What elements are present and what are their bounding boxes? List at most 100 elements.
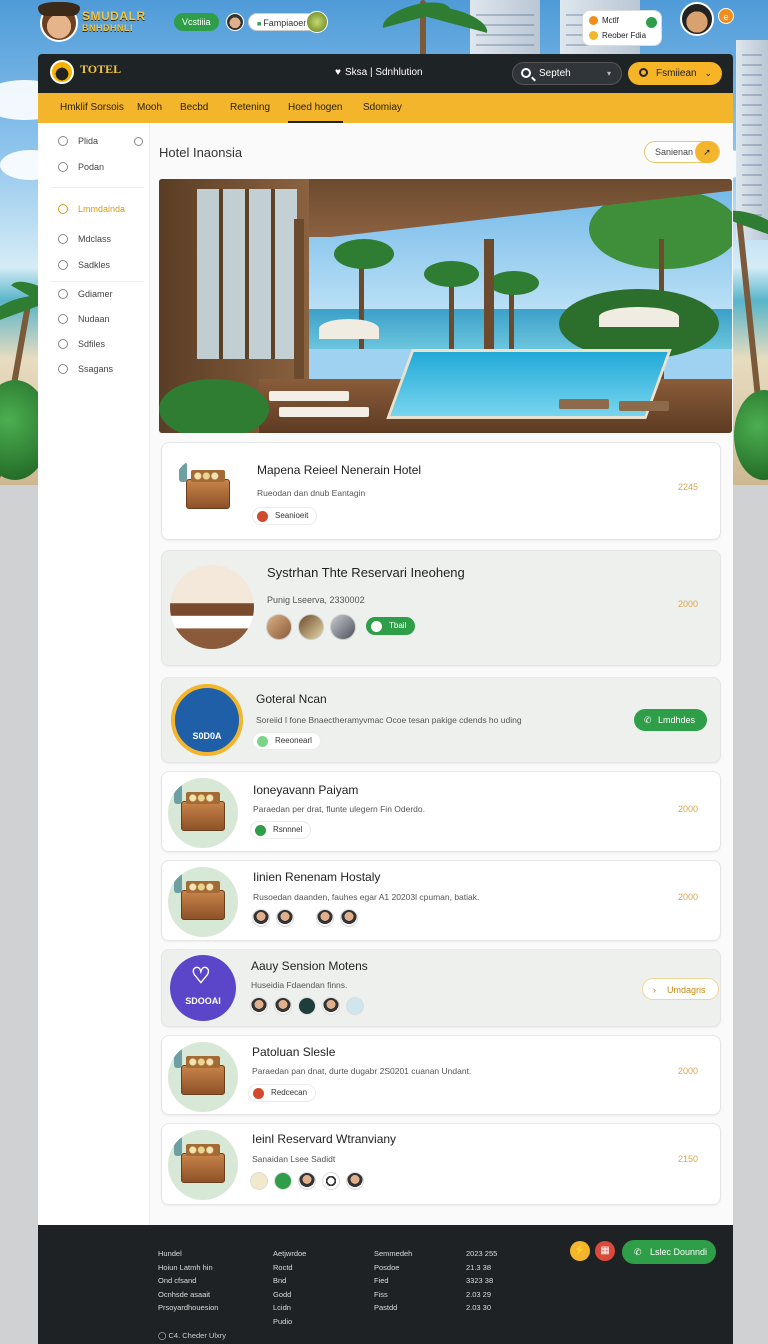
lightning-icon[interactable]: ⚡ [570,1241,590,1261]
hotel-logo-text[interactable]: TOTEL [80,63,121,75]
nav-primary-button[interactable]: Fsmiiean ⌄ [628,62,722,85]
listing-card[interactable]: Ioneyavann Paiyam Paraedan per drat, flu… [161,771,721,852]
guest-avatar[interactable] [274,1172,292,1190]
footer-link[interactable]: Hoiun Latmh hin [158,1261,218,1275]
notification-count-badge[interactable]: e [718,8,734,24]
search-icon [521,68,531,78]
listing-thumbnail [170,565,254,649]
search-icon[interactable] [134,137,143,146]
sidebar-item-6[interactable]: Gdiamer [58,289,113,299]
title-action-button[interactable]: Sanienan ➚ [644,141,720,163]
footer-link[interactable]: Posdoe [374,1261,412,1275]
app-window: TOTEL ♥ Sksa | Sdnhlution Septeh ▾ Fsmiie… [38,54,733,1344]
listing-desc: Sanaidan Lsee Sadidt [252,1154,336,1164]
listing-card[interactable]: Systrhan Thte Reservari Ineoheng Punig L… [161,550,721,666]
user-avatar-small[interactable] [226,13,244,31]
sidebar-item-7[interactable]: Nudaan [58,314,110,324]
guest-avatar[interactable] [322,997,340,1015]
footer-link[interactable]: Fied [374,1274,412,1288]
calendar-icon[interactable]: ▦ [595,1241,615,1261]
listing-name[interactable]: Systrhan Thte Reservari Ineoheng [267,565,465,580]
listing-card[interactable]: Ieinl Reservard Wtranviany Sanaidan Lsee… [161,1123,721,1205]
listing-desc: Paraedan pan dnat, durte dugabr 2S0201 c… [252,1066,472,1076]
listing-name[interactable]: Mapena Reieel Nenerain Hotel [257,463,421,477]
brand-logo[interactable]: SMUDALR BNHDHNLI [82,10,146,34]
listing-chip[interactable]: Rsnnnel [250,821,312,839]
content-area: Plida Podan Lmmdainda Mdclass Sadkles Gd… [38,123,733,1225]
listing-card[interactable]: ♡ SDOOAI Aauy Sension Motens Huseidia Fd… [161,949,721,1027]
footer-link[interactable]: Roctd [273,1261,306,1275]
sidebar-item-3-active[interactable]: Lmmdainda [58,204,125,214]
notif-row-1: Mctlf [602,16,619,25]
footer-link[interactable]: Ond cfsand [158,1274,218,1288]
tab-1[interactable]: Hmklif Sorsois [60,93,124,123]
sidebar-item-2[interactable]: Podan [58,162,104,172]
guest-avatar[interactable] [252,909,270,927]
tab-5-active[interactable]: Hoed hogen [288,93,343,123]
listing-chip[interactable]: Tbail [366,617,416,635]
brand-avatar [38,2,80,42]
guest-avatar[interactable] [346,997,364,1015]
hotel-logo-icon[interactable] [50,60,74,84]
sidebar-item-5[interactable]: Sadkles [58,260,110,270]
listing-name[interactable]: Aauy Sension Motens [251,959,368,973]
footer-link[interactable]: Pudio [273,1315,306,1329]
footer-col-4: 2023 255 21.3 38 3323 38 2.03 29 2.03 30 [466,1247,497,1315]
nav-center-link[interactable]: ♥ Sksa | Sdnhlution [335,67,423,78]
listing-card[interactable]: Mapena Reieel Nenerain Hotel Rueodan dan… [161,442,721,540]
guest-avatar[interactable] [316,909,334,927]
sidebar-item-4[interactable]: Mdclass [58,234,111,244]
sidebar-item-1[interactable]: Plida [58,136,98,146]
guest-avatar[interactable] [340,909,358,927]
listing-name[interactable]: Goteral Ncan [256,692,327,706]
listing-chip[interactable]: Reeonearl [252,732,321,750]
listing-action-button[interactable]: ✆ Lmdhdes [634,709,708,731]
listing-chip[interactable]: Redcecan [248,1084,317,1102]
arrow-right-icon: › [653,985,656,995]
footer-link[interactable]: Fiss [374,1288,412,1302]
guest-avatar[interactable] [298,1172,316,1190]
listing-price: 2000 [677,1066,698,1076]
search-input[interactable]: Septeh ▾ [512,62,622,85]
sidebar-item-9[interactable]: Ssagans [58,364,113,374]
footer-link[interactable]: Hundel [158,1247,218,1261]
profile-avatar[interactable] [680,2,714,36]
leaf-icon[interactable] [306,11,328,33]
guest-avatar[interactable] [250,1172,268,1190]
guest-avatar[interactable] [322,1172,340,1190]
listing-name[interactable]: Patoluan Slesle [252,1045,335,1059]
tab-3[interactable]: Becbd [180,93,208,123]
listing-thumbnail [168,1130,238,1200]
circle-icon [58,364,68,374]
listing-chip[interactable]: Seanioeit [252,507,318,525]
tab-4[interactable]: Retening [230,93,270,123]
footer-download-button[interactable]: ✆ Lslec Dounndi [622,1240,716,1264]
footer-link[interactable]: Semmedeh [374,1247,412,1261]
footer-link[interactable]: Bnd [273,1274,306,1288]
listing-name[interactable]: Ioneyavann Paiyam [253,783,358,797]
guest-avatar[interactable] [274,997,292,1015]
listing-card[interactable]: Iinien Renenam Hostaly Rusoedan daanden,… [161,860,721,941]
guest-avatar[interactable] [346,1172,364,1190]
footer-link[interactable]: Pastdd [374,1301,412,1315]
guest-avatar[interactable] [250,997,268,1015]
footer-link[interactable]: Lcidn [273,1301,306,1315]
listing-card[interactable]: S0D0A Goteral Ncan Soreiid I fone Bnaect… [161,677,721,763]
tab-6[interactable]: Sdomiay [363,93,402,123]
listing-card[interactable]: Patoluan Slesle Paraedan pan dnat, durte… [161,1035,721,1115]
listing-name[interactable]: Iinien Renenam Hostaly [253,870,380,884]
footer-link[interactable]: Ocnhsde asaait [158,1288,218,1302]
notification-card[interactable]: Mctlf Reober Fdia [582,10,662,46]
hotel-hero-image [159,179,732,433]
guest-avatar[interactable] [276,909,294,927]
sidebar-item-8[interactable]: Sdfiles [58,339,105,349]
search-icon [639,68,648,77]
footer-link[interactable]: Aetjwrdoe [273,1247,306,1261]
footer-link[interactable]: Prsoyardhouesion [158,1301,218,1315]
status-pill[interactable]: Vcstiiia [174,13,219,31]
listing-action-button[interactable]: › Umdagris [642,978,719,1000]
tab-2[interactable]: Mooh [137,93,162,123]
guest-avatar[interactable] [298,997,316,1015]
footer-link[interactable]: Godd [273,1288,306,1302]
listing-name[interactable]: Ieinl Reservard Wtranviany [252,1132,396,1146]
